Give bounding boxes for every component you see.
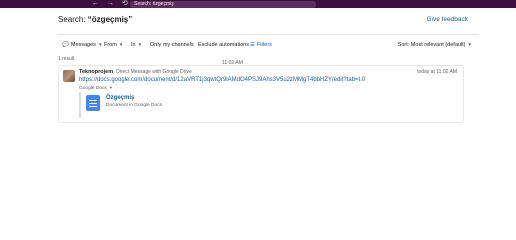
message-icon: 💬 <box>62 42 69 48</box>
attachment-title[interactable]: Özgeçmiş <box>106 94 134 102</box>
filters-button[interactable]: ☰ Filters <box>250 40 272 50</box>
in-filter-label: In <box>131 42 136 48</box>
sort-dropdown[interactable]: Sort: Most relevant (default) ▼ <box>398 40 472 50</box>
search-result[interactable]: Teknoprojem Direct Message with Google Dr… <box>58 65 464 123</box>
history-icon[interactable]: ⟲ <box>122 0 128 8</box>
search-bar[interactable]: Search: özgeçmiş <box>130 1 316 8</box>
filter-icon: ☰ <box>250 42 255 48</box>
message-header: Teknoprojem Direct Message with Google Dr… <box>79 69 192 76</box>
arrow-left-icon[interactable]: ← <box>92 0 99 8</box>
divider <box>58 34 478 35</box>
message-link[interactable]: https://docs.google.com/document/d/12aVR… <box>79 76 365 84</box>
sender-name[interactable]: Teknoprojem <box>79 69 113 75</box>
in-filter[interactable]: In ▼ <box>131 40 142 50</box>
attachment-card[interactable]: Özgeçmiş Document in Google Docs <box>79 92 259 118</box>
result-count: 1 result <box>58 56 75 62</box>
messages-filter[interactable]: 💬 Messages ▼ <box>62 40 102 50</box>
attachment-timestamp: 11:02 AM <box>222 60 243 66</box>
avatar[interactable] <box>63 70 75 82</box>
search-header: Search: “özgeçmiş” Give feedback <box>58 14 468 28</box>
filters-button-label: Filters <box>256 42 272 48</box>
title-bar: ← → ⟲ Search: özgeçmiş <box>0 0 516 8</box>
messages-filter-label: Messages <box>70 42 96 48</box>
chevron-down-icon: ▼ <box>108 85 113 90</box>
app-tag[interactable]: Google Docs ▼ <box>79 85 113 92</box>
from-filter-label: From <box>104 42 117 48</box>
sort-label: Sort: Most relevant (default) <box>397 42 466 48</box>
only-my-channels-toggle[interactable]: Only my channels <box>150 40 194 50</box>
chevron-down-icon: ▼ <box>97 42 103 47</box>
conversation-context[interactable]: Direct Message with Google Drive <box>116 69 192 75</box>
app-tag-label: Google Docs <box>79 86 107 91</box>
exclude-automations-toggle[interactable]: Exclude automations <box>198 40 249 50</box>
page-title: Search: “özgeçmiş” <box>58 14 132 26</box>
arrow-right-icon[interactable]: → <box>107 0 114 8</box>
attachment-subtitle: Document in Google Docs <box>106 103 162 108</box>
chevron-down-icon: ▼ <box>467 42 472 47</box>
google-docs-icon <box>86 95 100 111</box>
history-nav: ← → ⟲ <box>92 0 128 8</box>
chevron-down-icon: ▼ <box>118 42 124 47</box>
from-filter[interactable]: From ▼ <box>104 40 123 50</box>
chevron-down-icon: ▼ <box>137 42 143 47</box>
title-prefix: Search: <box>58 15 88 24</box>
title-query: “özgeçmiş” <box>87 15 133 24</box>
give-feedback-link[interactable]: Give feedback <box>426 14 468 26</box>
filter-bar: 💬 Messages ▼ From ▼ In ▼ Only my channels Ex… <box>62 40 478 52</box>
message-timestamp[interactable]: today at 11:02 AM <box>417 69 457 76</box>
attachment-bar <box>79 92 81 118</box>
search-bar-text: Search: özgeçmiş <box>134 1 174 7</box>
